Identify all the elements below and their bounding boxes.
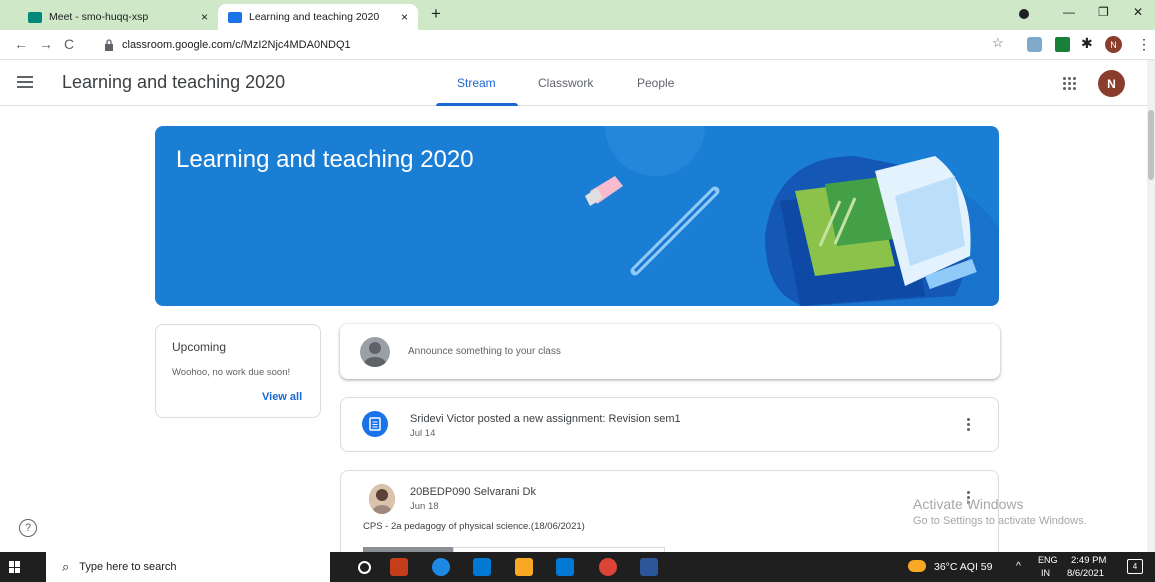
word-icon[interactable] <box>640 558 658 576</box>
activate-windows-subtitle: Go to Settings to activate Windows. <box>913 515 1087 527</box>
tab-classwork[interactable]: Classwork <box>538 76 593 90</box>
url-bar[interactable]: classroom.google.com/c/MzI2Njc4MDA0NDQ1 <box>104 34 984 56</box>
language-indicator[interactable]: ENG <box>1038 555 1058 565</box>
upcoming-card: Upcoming Woohoo, no work due soon! View … <box>155 324 321 418</box>
bookmark-star-icon[interactable]: ☆ <box>992 35 1004 51</box>
taskbar-search[interactable]: ⌕ Type here to search <box>46 552 330 582</box>
mail-icon[interactable] <box>473 558 491 576</box>
account-avatar[interactable]: N <box>1098 70 1125 97</box>
store-icon[interactable] <box>556 558 574 576</box>
search-icon: ⌕ <box>62 559 70 574</box>
powerpoint-icon[interactable] <box>390 558 408 576</box>
close-window-button[interactable]: ✕ <box>1133 5 1143 19</box>
main-menu-icon[interactable] <box>17 76 33 88</box>
view-all-link[interactable]: View all <box>262 391 302 403</box>
post-body: CPS - 2a pedagogy of physical science.(1… <box>363 521 585 532</box>
restore-button[interactable]: ❐ <box>1098 5 1109 19</box>
windows-taskbar: ⌕ Type here to search 36°C AQI 59 ^ ENG … <box>0 552 1155 582</box>
file-explorer-icon[interactable] <box>515 558 533 576</box>
windows-start-icon[interactable] <box>9 561 21 573</box>
clock-date[interactable]: 8/6/2021 <box>1067 568 1104 579</box>
clock-time[interactable]: 2:49 PM <box>1071 555 1106 566</box>
tab-stream[interactable]: Stream <box>457 76 496 90</box>
user-avatar <box>360 337 390 367</box>
google-apps-icon[interactable] <box>1063 77 1077 91</box>
more-options-icon[interactable] <box>967 418 971 432</box>
stream-item-assignment[interactable]: Sridevi Victor posted a new assignment: … <box>340 397 999 452</box>
edge-icon[interactable] <box>432 558 450 576</box>
chrome-icon[interactable] <box>599 558 617 576</box>
weather-icon[interactable] <box>908 560 926 572</box>
activate-windows-title: Activate Windows <box>913 496 1024 512</box>
weather-text[interactable]: 36°C AQI 59 <box>934 561 992 573</box>
author-avatar <box>369 484 395 514</box>
assignment-title[interactable]: Sridevi Victor posted a new assignment: … <box>410 413 681 425</box>
reload-icon[interactable]: C <box>64 36 74 52</box>
tab-title: Learning and teaching 2020 <box>249 11 380 23</box>
minimize-button[interactable]: — <box>1063 5 1075 19</box>
meet-icon <box>28 11 42 23</box>
notifications-icon[interactable]: 4 <box>1127 559 1143 574</box>
extension-icon[interactable] <box>1055 37 1070 52</box>
scrollbar-thumb[interactable] <box>1148 110 1154 180</box>
browser-tab-strip: Meet - smo-huqq-xsp × Learning and teach… <box>0 0 1155 30</box>
search-placeholder: Type here to search <box>79 561 177 573</box>
stream-item-post: 20BEDP090 Selvarani Dk Jun 18 CPS - 2a p… <box>340 470 999 561</box>
profile-avatar[interactable]: N <box>1105 36 1122 53</box>
help-icon[interactable]: ? <box>19 519 37 537</box>
close-tab-icon[interactable]: × <box>201 10 208 24</box>
close-tab-icon[interactable]: × <box>401 10 408 24</box>
upcoming-status: Woohoo, no work due soon! <box>172 367 291 378</box>
announce-box[interactable]: Announce something to your class <box>340 324 1000 379</box>
new-tab-button[interactable]: + <box>431 4 441 24</box>
classroom-icon <box>228 11 242 23</box>
backpack-illustration <box>585 126 999 306</box>
upcoming-title: Upcoming <box>172 340 227 354</box>
browser-tab-meet[interactable]: Meet - smo-huqq-xsp × <box>18 4 218 30</box>
browser-tab-classroom[interactable]: Learning and teaching 2020 × <box>218 4 418 30</box>
profile-indicator-icon[interactable] <box>1018 8 1030 20</box>
lock-icon <box>105 39 113 51</box>
active-tab-indicator <box>436 103 518 106</box>
extensions-puzzle-icon[interactable]: ✱ <box>1081 35 1093 52</box>
tab-people[interactable]: People <box>637 76 674 90</box>
banner-title: Learning and teaching 2020 <box>176 146 474 173</box>
classroom-header: Learning and teaching 2020 Stream Classw… <box>0 60 1147 106</box>
address-bar-row: ← → C classroom.google.com/c/MzI2Njc4MDA… <box>0 30 1155 60</box>
region-indicator[interactable]: IN <box>1041 568 1050 578</box>
assignment-icon <box>362 411 388 437</box>
post-author: 20BEDP090 Selvarani Dk <box>410 486 536 498</box>
back-icon[interactable]: ← <box>14 36 28 52</box>
browser-menu-icon[interactable]: ⋮ <box>1137 36 1151 53</box>
class-banner: Learning and teaching 2020 <box>155 126 999 306</box>
extension-icon[interactable] <box>1027 37 1042 52</box>
announce-placeholder: Announce something to your class <box>408 346 561 357</box>
tray-chevron-icon[interactable]: ^ <box>1016 560 1021 572</box>
url-text: classroom.google.com/c/MzI2Njc4MDA0NDQ1 <box>122 39 351 51</box>
assignment-date: Jul 14 <box>410 428 436 439</box>
tab-title: Meet - smo-huqq-xsp <box>49 11 149 23</box>
forward-icon[interactable]: → <box>39 36 53 52</box>
class-title[interactable]: Learning and teaching 2020 <box>62 72 285 93</box>
post-date: Jun 18 <box>410 501 439 512</box>
cortana-icon[interactable] <box>358 561 371 574</box>
